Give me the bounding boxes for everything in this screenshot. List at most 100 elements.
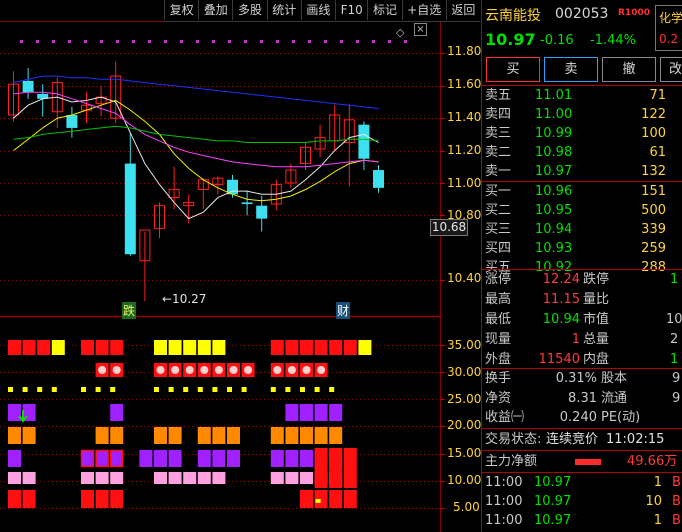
ma60-line (13, 125, 379, 143)
indicator-tick-yellow (22, 387, 28, 392)
indicator-block-red (300, 340, 313, 355)
signal-dot (372, 40, 375, 43)
turnover-value: 0.31% (555, 371, 597, 386)
indicator-block-yellow (168, 340, 182, 355)
indicator-block-purple (300, 450, 313, 467)
overlay-button[interactable]: 叠加 (198, 0, 232, 20)
indicator-block-red (270, 340, 284, 355)
net-inflow-value: 49.66万 (627, 454, 678, 469)
mark-button[interactable]: 标记 (367, 0, 401, 20)
indicator-block-pink (300, 472, 313, 484)
indicator-tick-yellow (183, 387, 189, 392)
indicator-dot (185, 366, 194, 374)
chart-toolbar: 复权 叠加 多股 统计 画线 F10 标记 +自选 返回 (164, 0, 480, 22)
divider (482, 428, 682, 429)
tick-price: 10.97 (534, 494, 572, 509)
bid-row[interactable]: 买二 10.95 500 (482, 201, 682, 220)
indicator-axis-label: 35.00 (447, 338, 482, 352)
modify-order-button[interactable]: 改 (660, 57, 682, 82)
f10-button[interactable]: F10 (335, 0, 367, 20)
indicator-block-pink (22, 472, 36, 484)
ask-row[interactable]: 卖四 11.00 122 (482, 105, 682, 124)
indicator-block-pink (110, 472, 124, 484)
add-watchlist-button[interactable]: +自选 (401, 0, 446, 20)
ask-row[interactable]: 卖一 10.97 132 (482, 162, 682, 181)
indicator-block-orange (270, 427, 284, 444)
ma20-line (13, 91, 379, 168)
ask-row[interactable]: 卖五 11.01 71 (482, 86, 682, 105)
bid-volume: 151 (641, 184, 666, 199)
indicator-block-red (8, 340, 21, 355)
trade-status-row: 交易状态: 连续竞价 11:02:15 (482, 430, 682, 449)
buy-button[interactable]: 买 (486, 57, 540, 82)
indicator-block-red (329, 448, 343, 488)
signal-dot (84, 40, 87, 43)
signal-dot (228, 40, 231, 43)
indicator-block-pink (270, 472, 284, 484)
trade-time: 11:02:15 (606, 432, 665, 447)
diamond-icon[interactable]: ◇ (396, 26, 404, 39)
indicator-dot (287, 366, 296, 374)
indicator-block-pink (285, 472, 299, 484)
multi-stock-button[interactable]: 多股 (232, 0, 266, 20)
inner-volume-value: 1 (670, 352, 679, 367)
candle-body-down (66, 114, 78, 128)
candle-body-down (256, 205, 268, 219)
cancel-order-button[interactable]: 撤 (602, 57, 656, 82)
indicator-block-pink (183, 472, 197, 484)
restore-rights-button[interactable]: 复权 (164, 0, 198, 20)
tick-time: 11:00 (485, 513, 523, 528)
indicator-block-purple (8, 404, 21, 421)
close-icon[interactable]: × (414, 23, 427, 36)
price-axis-label: 11.60 (447, 77, 482, 91)
indicator-dot (273, 366, 282, 374)
indicator-dot (112, 366, 121, 374)
signal-dot (324, 40, 327, 43)
moving-average-lines (13, 75, 379, 220)
indicator-block-yellow (154, 340, 167, 355)
signal-dot (356, 40, 359, 43)
sell-button[interactable]: 卖 (544, 57, 598, 82)
stat-row: 涨停 12.24 跌停 1 (482, 270, 682, 289)
tick-side: B (672, 513, 681, 528)
float-shares-value: 9 (672, 391, 681, 406)
ask-volume: 132 (641, 164, 666, 179)
ask-volume: 100 (641, 126, 666, 141)
current-volume-label: 现量 (485, 332, 512, 347)
indicator-block-yellow (51, 340, 65, 355)
limit-up-label: 涨停 (485, 272, 512, 287)
indicator-block-orange (168, 427, 182, 444)
tick-price: 10.97 (534, 475, 572, 490)
indicator-block-yellow (183, 340, 197, 355)
indicator-block-purple (139, 450, 153, 467)
indicator-tick-yellow (270, 387, 276, 392)
indicator-block-purple (329, 404, 343, 421)
bid-price: 10.93 (535, 241, 573, 256)
bid-row[interactable]: 买一 10.96 151 (482, 182, 682, 201)
candle-body-down (358, 124, 370, 159)
limit-down-label: 跌停 (583, 272, 610, 287)
bid-row[interactable]: 买四 10.93 259 (482, 239, 682, 258)
high-label: 最高 (485, 292, 512, 307)
trade-status: 连续竞价 (546, 432, 599, 447)
ask-row[interactable]: 卖二 10.98 61 (482, 143, 682, 162)
signal-dot (132, 40, 135, 43)
back-button[interactable]: 返回 (445, 0, 480, 20)
indicator-block-orange (8, 427, 21, 444)
net-inflow-bar (575, 459, 601, 465)
eps-label: 收益㈠ (485, 410, 525, 425)
draw-line-button[interactable]: 画线 (300, 0, 335, 20)
industry-box[interactable]: 化学 0.2 (655, 5, 682, 51)
statistics-button[interactable]: 统计 (266, 0, 301, 20)
indicator-axis-label: 20.00 (447, 418, 482, 432)
indicator-block-orange (212, 427, 226, 444)
indicator-axis-label: 15.00 (447, 446, 482, 460)
bid-row[interactable]: 买三 10.94 339 (482, 220, 682, 239)
indicator-tick-yellow (212, 387, 218, 392)
indicator-dot (214, 366, 223, 374)
kline-chart[interactable] (0, 0, 481, 532)
total-volume-label: 总量 (583, 332, 610, 347)
ask-row[interactable]: 卖三 10.99 100 (482, 124, 682, 143)
tick-time: 11:00 (485, 494, 523, 509)
indicator-mark (315, 499, 321, 503)
